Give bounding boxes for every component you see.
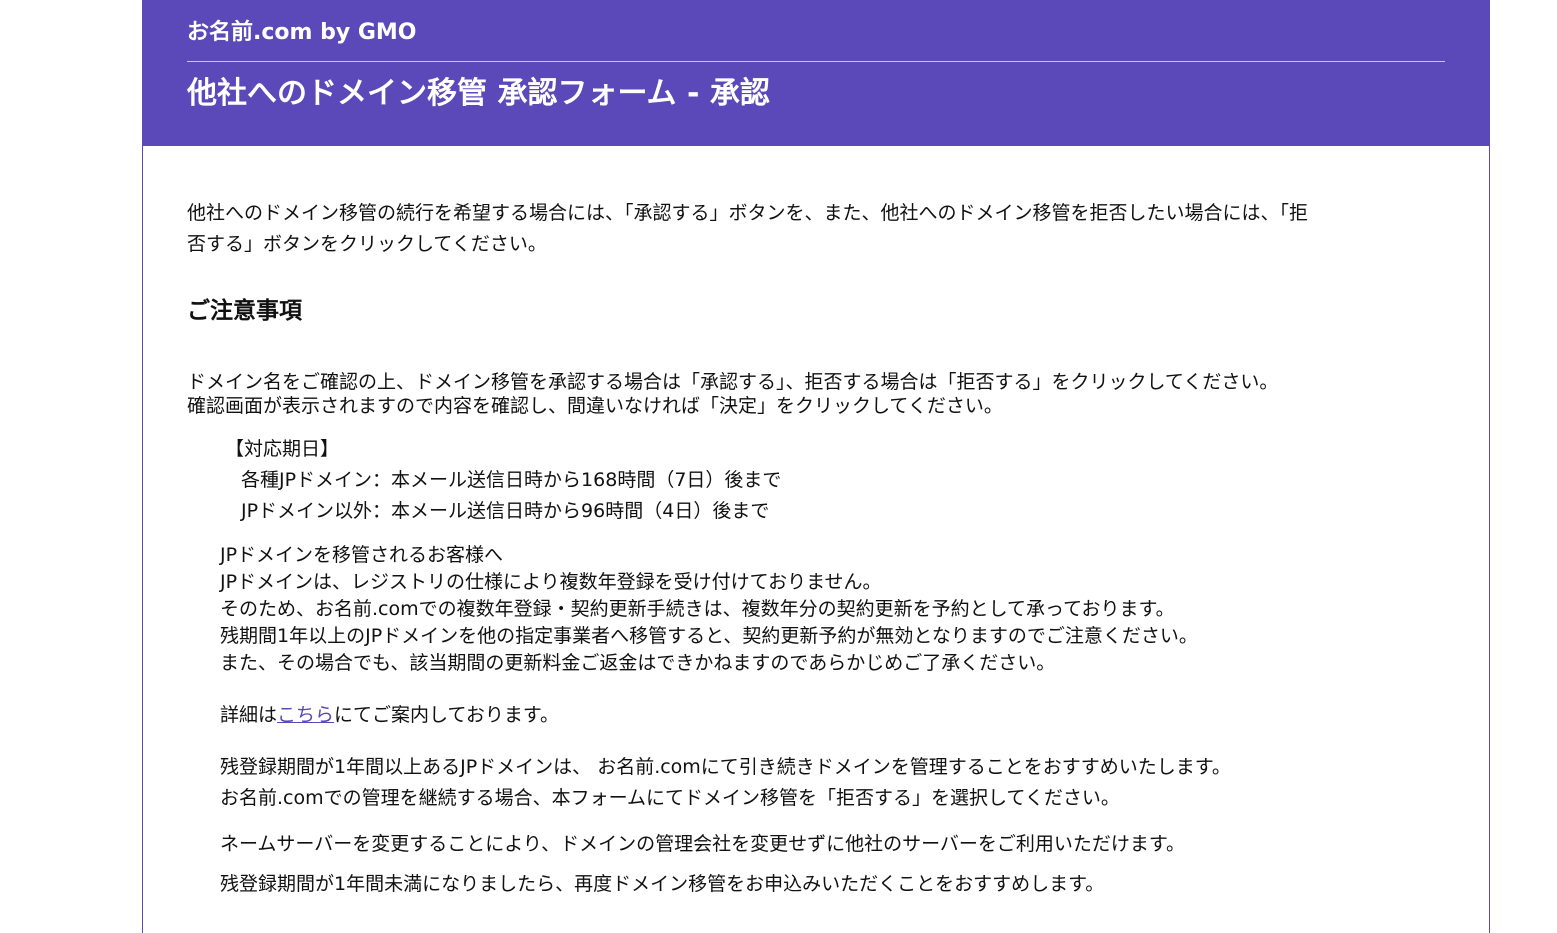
page-container: お名前.com by GMO 他社へのドメイン移管 承認フォーム - 承認 他社… [142,0,1490,933]
jp-notice-line: そのため、お名前.comでの複数年登録・契約更新手続きは、複数年分の契約更新を予… [220,598,1175,620]
deadline-heading: 【対応期日】 [225,438,340,460]
notes-line-2: 確認画面が表示されますので内容を確認し、間違いなければ「決定」をクリックしてくだ… [187,395,1003,417]
jp-notice-line: また、その場合でも、該当期間の更新料金ご返金はできかねますのであらかじめご了承く… [220,652,1056,674]
remaining-line-2: お名前.comでの管理を継続する場合、本フォームにてドメイン移管を「拒否する」を… [220,787,1120,809]
jp-notice-heading: JPドメインを移管されるお客様へ [220,544,504,566]
remaining-line-1: 残登録期間が1年間以上あるJPドメインは、 お名前.comにて引き続きドメインを… [220,756,1231,778]
header-divider [187,61,1445,62]
main-content: 他社へのドメイン移管の続行を希望する場合には、「承認する」ボタンを、また、他社へ… [143,146,1489,898]
deadline-row-jp: 各種JPドメイン：本メール送信日時から168時間（7日）後まで [241,469,782,491]
notes-line-1: ドメイン名をご確認の上、ドメイン移管を承認する場合は「承認する」、拒否する場合は… [187,371,1279,393]
deadline-row-other: JPドメイン以外：本メール送信日時から96時間（4日）後まで [241,500,770,522]
intro-line-1: 他社へのドメイン移管の続行を希望する場合には、「承認する」ボタンを、また、他社へ… [187,202,1309,224]
jp-notice-line: JPドメインは、レジストリの仕様により複数年登録を受け付けておりません。 [220,571,882,593]
notes-heading: ご注意事項 [187,298,302,324]
recommendation-note: 残登録期間が1年間未満になりましたら、再度ドメイン移管をお申込みいただくことをお… [220,873,1105,895]
detail-line: 詳細はこちらにてご案内しております。 [220,677,1445,729]
detail-prefix: 詳細は [220,704,278,726]
intro-line-2: 否する」ボタンをクリックしてください。 [187,233,547,255]
remaining-period-block: 残登録期間が1年間以上あるJPドメインは、 お名前.comにて引き続きドメインを… [220,729,1445,814]
jp-notice-block: JPドメインを移管されるお客様へ JPドメインは、レジストリの仕様により複数年登… [220,527,1445,677]
page-header: お名前.com by GMO 他社へのドメイン移管 承認フォーム - 承認 [143,0,1489,146]
nameserver-note: ネームサーバーを変更することにより、ドメインの管理会社を変更せずに他社のサーバー… [220,833,1186,855]
detail-suffix: にてご案内しております。 [334,704,559,726]
brand-logo-text: お名前.com by GMO [187,20,417,45]
jp-notice-line: 残期間1年以上のJPドメインを他の指定事業者へ移管すると、契約更新予約が無効とな… [220,625,1198,647]
detail-link[interactable]: こちら [277,704,334,726]
notes-text: ドメイン名をご確認の上、ドメイン移管を承認する場合は「承認する」、拒否する場合は… [187,326,1445,418]
page-title: 他社へのドメイン移管 承認フォーム - 承認 [187,76,770,111]
intro-text: 他社へのドメイン移管の続行を希望する場合には、「承認する」ボタンを、また、他社へ… [187,146,1445,260]
deadline-block: 【対応期日】 各種JPドメイン：本メール送信日時から168時間（7日）後まで J… [225,418,1445,527]
